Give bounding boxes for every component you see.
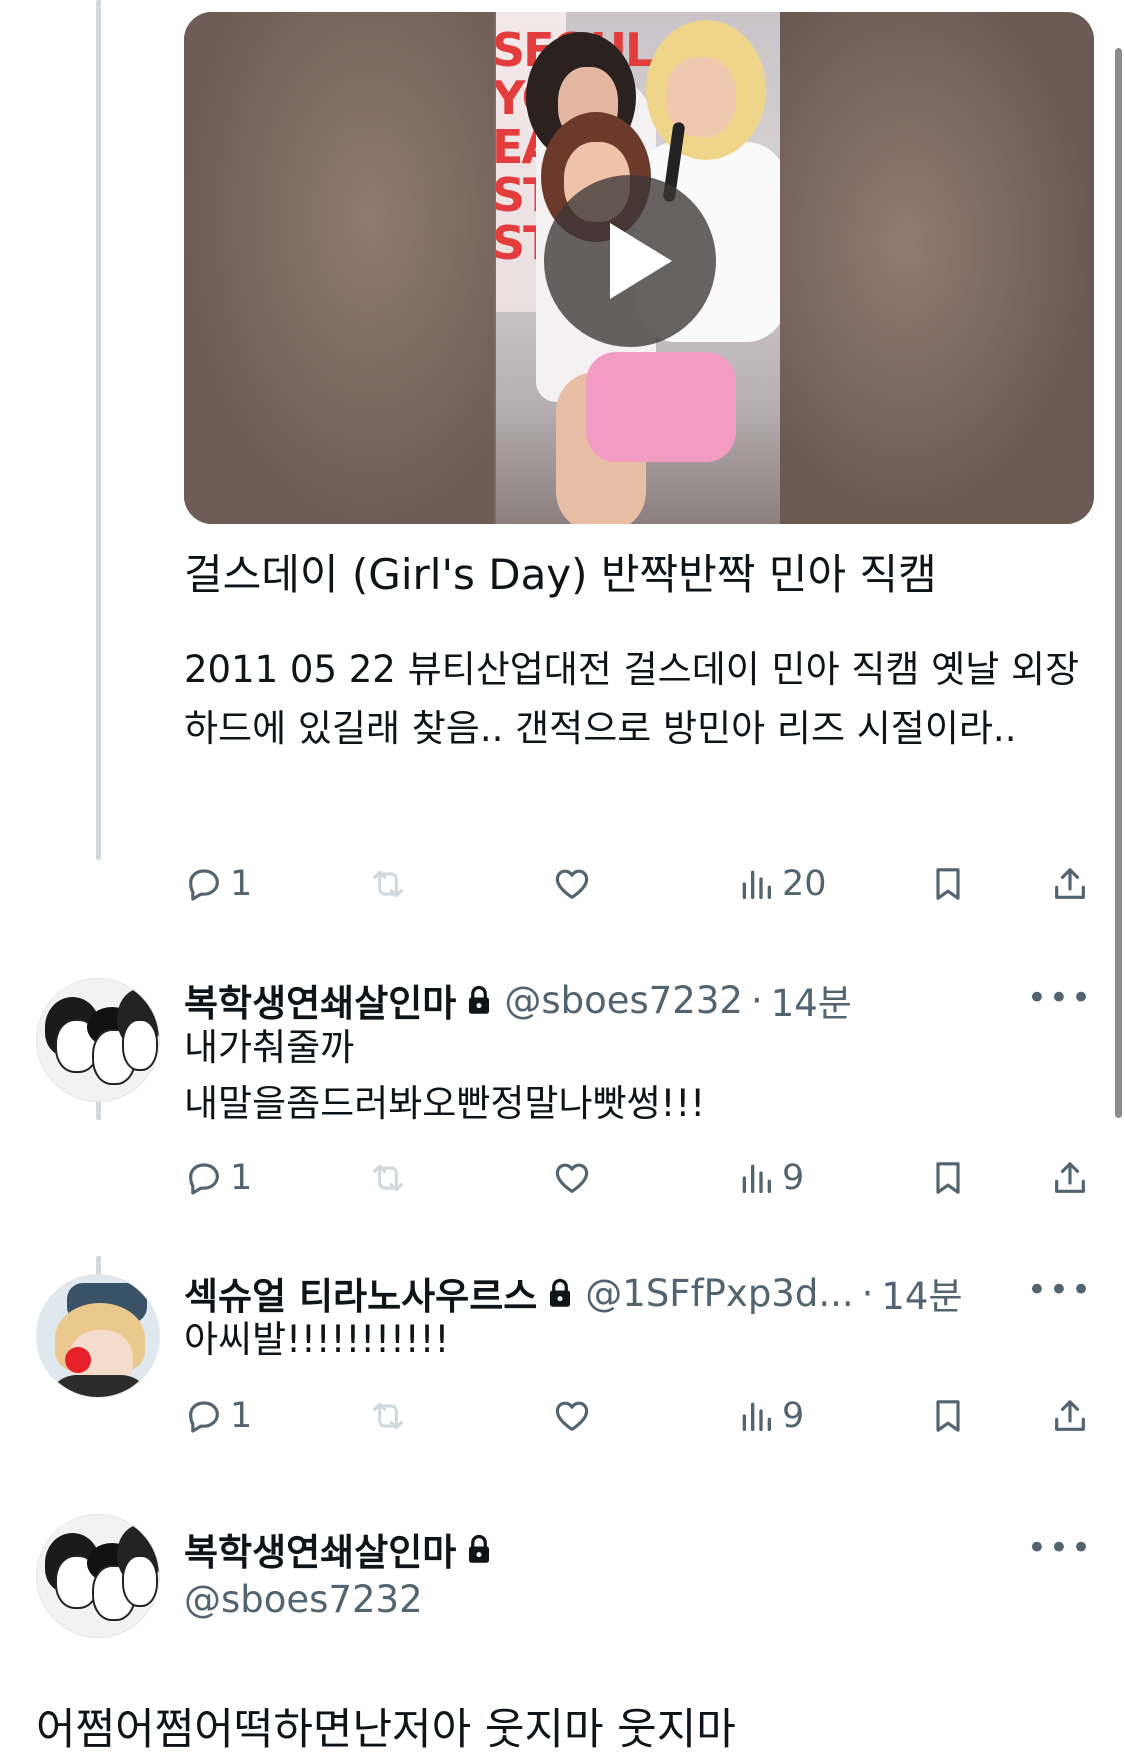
retweet-icon bbox=[373, 1402, 403, 1430]
more-icon[interactable]: ••• bbox=[1027, 978, 1093, 1018]
views-button[interactable]: 9 bbox=[736, 1154, 804, 1202]
action-bar: 1 20 bbox=[184, 860, 1094, 908]
like-icon bbox=[555, 869, 589, 899]
reply-count: 1 bbox=[230, 1158, 253, 1198]
avatar-figure bbox=[47, 1375, 151, 1397]
display-name[interactable]: 복학생연쇄살인마 bbox=[184, 1522, 456, 1576]
view-count: 9 bbox=[782, 1158, 805, 1198]
bookmark-button[interactable] bbox=[928, 1392, 968, 1440]
separator-dot: · bbox=[861, 1271, 874, 1315]
retweet-button[interactable] bbox=[368, 1392, 408, 1440]
reply-text-line: 내가춰줄까 bbox=[184, 1026, 355, 1069]
avatar-red-nose bbox=[65, 1347, 91, 1373]
reply-button[interactable]: 1 bbox=[184, 1392, 252, 1440]
like-icon bbox=[555, 1163, 589, 1193]
more-icon[interactable]: ••• bbox=[1027, 1270, 1093, 1310]
reply-button[interactable]: 1 bbox=[184, 1154, 252, 1202]
reply-icon bbox=[189, 1401, 219, 1433]
reply-icon bbox=[189, 869, 219, 901]
play-icon[interactable] bbox=[544, 175, 716, 347]
like-button[interactable] bbox=[552, 860, 592, 908]
scrollbar[interactable] bbox=[1115, 48, 1122, 1118]
retweet-button[interactable] bbox=[368, 1154, 408, 1202]
like-button[interactable] bbox=[552, 1392, 592, 1440]
more-icon[interactable]: ••• bbox=[1027, 1528, 1093, 1568]
reply-text-line: 아씨발!!!!!!!!!!! bbox=[184, 1318, 450, 1361]
timestamp[interactable]: 14분 bbox=[881, 1266, 962, 1320]
bookmark-button[interactable] bbox=[928, 860, 968, 908]
view-count: 9 bbox=[782, 1396, 805, 1436]
retweet-icon bbox=[373, 870, 403, 898]
bookmark-icon bbox=[936, 1400, 960, 1432]
performer-skirt bbox=[586, 352, 736, 462]
avatar[interactable] bbox=[36, 1274, 160, 1398]
avatar-figure bbox=[122, 1019, 158, 1071]
action-bar: 1 9 bbox=[184, 1392, 1094, 1440]
view-count: 20 bbox=[782, 864, 827, 904]
reply-button[interactable]: 1 bbox=[184, 860, 252, 908]
views-button[interactable]: 20 bbox=[736, 860, 827, 908]
post-text: 어쩜어쩜어떡하면난저아 웃지마 웃지마 bbox=[36, 1705, 736, 1755]
reply-text-line: 내말을좀드러봐오빤정말나빳썽!!! bbox=[184, 1082, 706, 1125]
reply-count: 1 bbox=[230, 1396, 253, 1436]
bookmark-icon bbox=[936, 868, 960, 900]
reply-icon bbox=[189, 1163, 219, 1195]
lock-icon bbox=[469, 1534, 490, 1563]
views-icon bbox=[742, 870, 771, 899]
reply-header: 복학생연쇄살인마 @sboes7232 · 14분 bbox=[184, 973, 852, 1027]
like-button[interactable] bbox=[552, 1154, 592, 1202]
share-button[interactable] bbox=[1050, 1392, 1090, 1440]
share-button[interactable] bbox=[1050, 1154, 1090, 1202]
user-handle[interactable]: @sboes7232 bbox=[184, 1572, 423, 1628]
reply-count: 1 bbox=[230, 864, 253, 904]
retweet-icon bbox=[373, 1164, 403, 1192]
bookmark-icon bbox=[936, 1162, 960, 1194]
retweet-button[interactable] bbox=[368, 860, 408, 908]
thread-line-top bbox=[96, 0, 101, 860]
video-blur-right bbox=[780, 12, 1094, 524]
action-bar: 1 9 bbox=[184, 1154, 1094, 1202]
like-icon bbox=[555, 1401, 589, 1431]
views-button[interactable]: 9 bbox=[736, 1392, 804, 1440]
avatar[interactable] bbox=[36, 1514, 160, 1638]
timestamp[interactable]: 14분 bbox=[771, 973, 852, 1027]
share-icon bbox=[1055, 1400, 1085, 1431]
share-button[interactable] bbox=[1050, 860, 1090, 908]
share-icon bbox=[1055, 868, 1085, 899]
lock-icon bbox=[469, 985, 490, 1014]
lock-icon bbox=[550, 1278, 571, 1307]
post-header: 복학생연쇄살인마 bbox=[184, 1522, 504, 1576]
views-icon bbox=[742, 1164, 771, 1193]
video-description: 2011 05 22 뷰티산업대전 걸스데이 민아 직캠 옛날 외장하드에 있길… bbox=[184, 648, 1080, 750]
share-icon bbox=[1055, 1162, 1085, 1193]
separator-dot: · bbox=[750, 978, 763, 1022]
user-handle[interactable]: @1SFfPxp3d... bbox=[585, 1272, 853, 1315]
avatar-figure bbox=[122, 1555, 158, 1607]
avatar[interactable] bbox=[36, 978, 160, 1102]
display-name[interactable]: 복학생연쇄살인마 bbox=[184, 973, 456, 1027]
views-icon bbox=[742, 1402, 771, 1431]
user-handle[interactable]: @sboes7232 bbox=[504, 979, 743, 1022]
bookmark-button[interactable] bbox=[928, 1154, 968, 1202]
video-title: 걸스데이 (Girl's Day) 반짝반짝 민아 직캠 bbox=[184, 550, 937, 599]
video-blur-left bbox=[184, 12, 494, 524]
